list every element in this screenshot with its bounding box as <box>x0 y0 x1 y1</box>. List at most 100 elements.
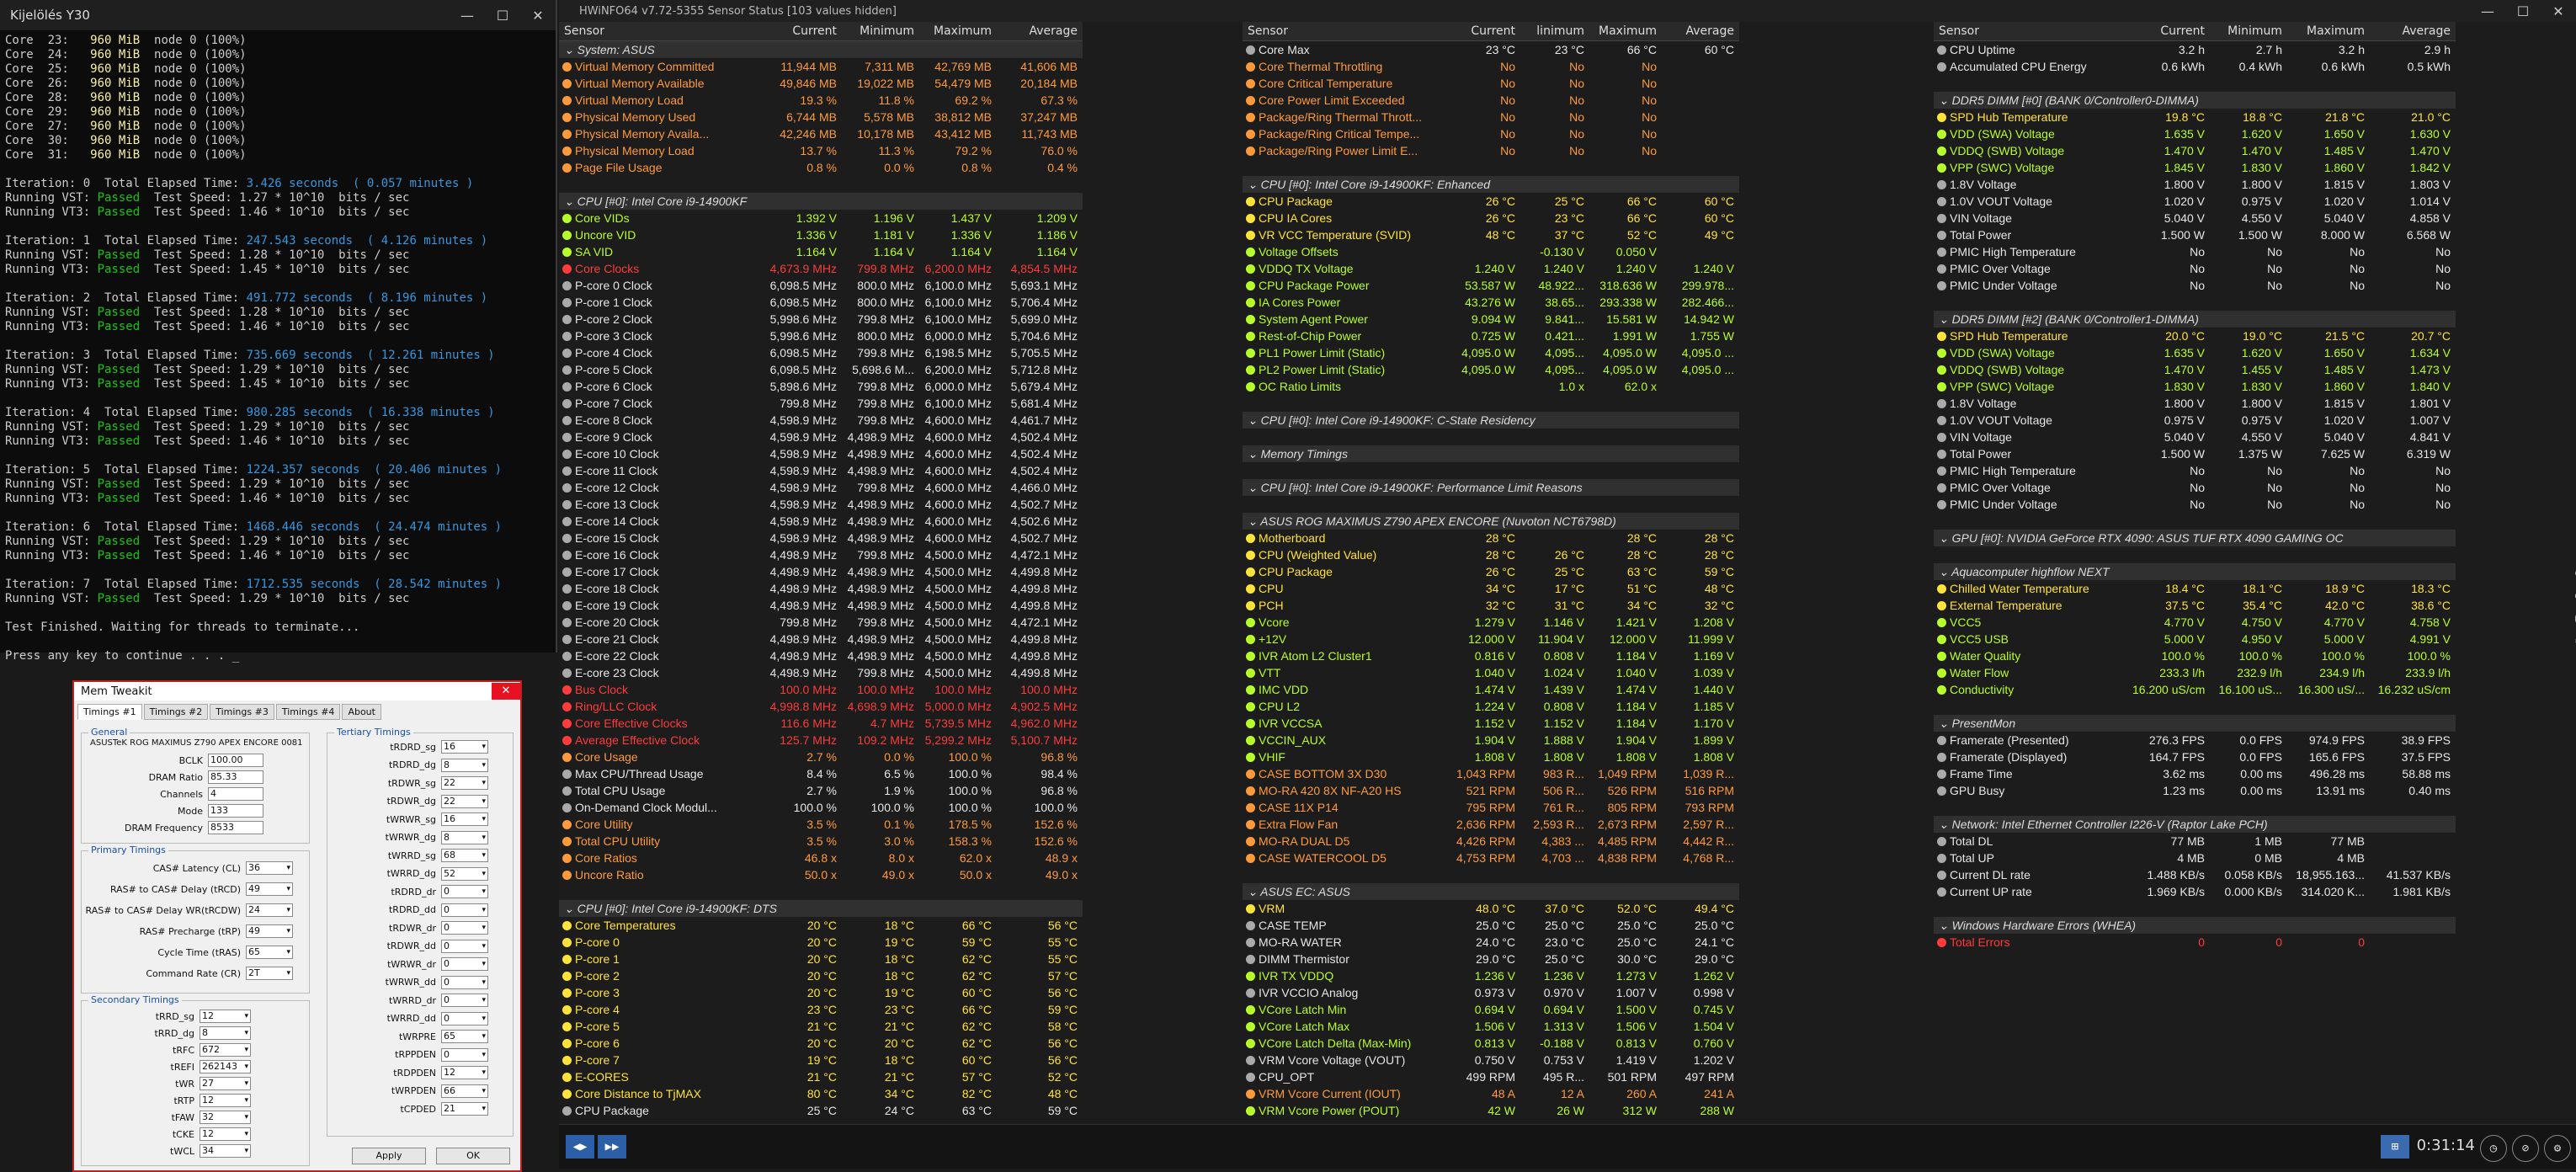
sensor-row[interactable]: IVR VCCSA 1.152 V 1.152 V 1.184 V 1.170 V <box>1243 715 1739 732</box>
column-header[interactable]: Maximum <box>919 22 997 40</box>
sensor-row[interactable]: Framerate (Displayed) 164.7 FPS 0.0 FPS 165… <box>1934 748 2456 765</box>
sensor-row[interactable]: P-core 0 Clock 6,098.5 MHz 800.0 MHz 6,100.… <box>559 277 1083 294</box>
sensor-row[interactable]: VDD (SWA) Voltage 1.635 V 1.620 V 1.650 V 1.… <box>1934 125 2456 142</box>
timing-value[interactable]: 52 <box>441 866 488 881</box>
sensor-row[interactable]: Core Clocks 4,673.9 MHz 799.8 MHz 6,200.0 M… <box>559 260 1083 277</box>
sensor-row[interactable]: IMC VDD 1.474 V 1.439 V 1.474 V 1.440 V <box>1243 681 1739 698</box>
sensor-group-header[interactable]: ⌄ CPU [#0]: Intel Core i9-14900KF: C-Sta… <box>1243 412 1739 429</box>
sensor-row[interactable]: P-core 2 Clock 5,998.6 MHz 799.8 MHz 6,100.… <box>559 311 1083 328</box>
sensor-row[interactable]: PMIC Over Voltage No No No No <box>1934 260 2456 277</box>
timing-value[interactable]: 0 <box>441 975 488 989</box>
sensor-row[interactable]: Voltage Offsets -0.130 V 0.050 V <box>1243 243 1739 260</box>
timing-value[interactable]: 0 <box>441 1047 488 1062</box>
sensor-row[interactable]: VDDQ (SWB) Voltage 1.470 V 1.470 V 1.485 V1… <box>1934 142 2456 159</box>
column-header[interactable]: Average <box>2370 22 2456 40</box>
expand-chevron-icon[interactable]: ⌄ <box>564 902 577 915</box>
sensor-row[interactable]: VDDQ TX Voltage 1.240 V 1.240 V 1.240 V 1.24… <box>1243 260 1739 277</box>
minimize-icon[interactable]: — <box>2470 3 2505 19</box>
sensor-row[interactable]: E-CORES 21 °C 21 °C 57 °C 52 °C <box>559 1068 1083 1085</box>
column-header[interactable]: Maximum <box>2287 22 2370 40</box>
timing-value[interactable]: 8 <box>441 758 488 772</box>
sensor-row[interactable]: E-core 18 Clock 4,498.9 MHz 4,498.9 MHz 4,5… <box>559 580 1083 597</box>
sensor-row[interactable]: VR VCC Temperature (SVID) 48 °C 37 °C 52 °C… <box>1243 226 1739 243</box>
tab-timings-0[interactable]: Timings #1 <box>77 704 142 720</box>
timing-value[interactable]: 49 <box>246 882 293 896</box>
sensor-row[interactable]: Max CPU/Thread Usage 8.4 % 6.5 % 100.0 % 98.… <box>559 765 1083 782</box>
ok-button[interactable]: OK <box>436 1148 510 1164</box>
sensor-group-header[interactable]: ⌄ DDR5 DIMM [#2] (BANK 0/Controller1-DIM… <box>1934 311 2456 328</box>
timing-value[interactable]: 4 <box>208 787 263 801</box>
sensor-row[interactable]: VRM Vcore Current (IOUT) 48 A 12 A 260 A 241… <box>1243 1085 1739 1102</box>
sensor-row[interactable]: Conductivity 16.200 uS/cm 16.100 uS... 16.3… <box>1934 681 2456 698</box>
timing-value[interactable]: 8 <box>200 1026 251 1040</box>
sensor-row[interactable]: Core Power Limit Exceeded No No No <box>1243 92 1739 109</box>
sensor-row[interactable]: Framerate (Presented) 276.3 FPS 0.0 FPS 974… <box>1934 732 2456 748</box>
sensor-row[interactable]: PMIC High Temperature No No No No <box>1934 462 2456 479</box>
timing-value[interactable]: 0 <box>441 994 488 1007</box>
expand-chevron-icon[interactable]: ⌄ <box>564 194 577 208</box>
sensor-row[interactable]: Current UP rate 1.969 KB/s 0.000 KB/s 314.0… <box>1934 883 2456 900</box>
reset-icon[interactable]: ⊘ <box>2512 1135 2539 1162</box>
sensor-row[interactable]: CASE BOTTOM 3X D30 1,043 RPM 983 R... 1,049… <box>1243 765 1739 782</box>
sensor-row[interactable]: P-core 1 20 °C 18 °C 62 °C 55 °C <box>559 951 1083 967</box>
expand-chevron-icon[interactable]: ⌄ <box>1248 413 1261 427</box>
sensor-row[interactable]: SPD Hub Temperature 19.8 °C 18.8 °C 21.8 °C… <box>1934 109 2456 125</box>
sensor-row[interactable]: Vcore 1.279 V 1.146 V 1.421 V 1.208 V <box>1243 614 1739 631</box>
sensor-row[interactable]: Average Effective Clock 125.7 MHz 109.2 MH… <box>559 732 1083 748</box>
sensor-row[interactable]: Accumulated CPU Energy 0.6 kWh 0.4 kWh 0.6 … <box>1934 58 2456 75</box>
console-window[interactable]: Kijelölés Y30 — ☐ ✕ Core 23: 960 MiB nod… <box>0 0 557 663</box>
sensor-row[interactable]: MO-RA WATER 24.0 °C 23.0 °C 25.0 °C 24.1 °C <box>1243 934 1739 951</box>
sensor-row[interactable]: VDDQ (SWB) Voltage 1.470 V 1.455 V 1.485 V1… <box>1934 361 2456 378</box>
nav-forward-button[interactable]: ▶▶ <box>598 1135 626 1159</box>
timing-value[interactable]: 65 <box>441 1030 488 1043</box>
network-icon[interactable]: ⊞ <box>2381 1135 2409 1159</box>
sensor-row[interactable]: MO-RA 420 8X NF-A20 HS 521 RPM 506 R... 526… <box>1243 782 1739 799</box>
sensor-row[interactable]: PCH 32 °C 31 °C 34 °C 32 °C <box>1243 597 1739 614</box>
sensor-row[interactable]: IA Cores Power 43.276 W 38.65... 293.338 W2… <box>1243 294 1739 311</box>
sensor-row[interactable]: VRM Vcore Power (POUT) 42 W 26 W 312 W 288 W <box>1243 1102 1739 1119</box>
sensor-row[interactable]: Total Errors 0 0 0 <box>1934 934 2456 951</box>
timing-value[interactable]: 32 <box>200 1111 251 1124</box>
sensor-row[interactable]: Bus Clock 100.0 MHz 100.0 MHz 100.0 MHz 100.… <box>559 681 1083 698</box>
sensor-row[interactable]: Package/Ring Thermal Thrott... No No No <box>1243 109 1739 125</box>
sensor-row[interactable]: PMIC Over Voltage No No No No <box>1934 479 2456 496</box>
sensor-pane-2[interactable]: Sensor Current linimum Maximum Average Core M… <box>1243 22 1739 1125</box>
sensor-row[interactable]: PMIC Under Voltage No No No No <box>1934 277 2456 294</box>
expand-chevron-icon[interactable]: ⌄ <box>1248 447 1261 461</box>
expand-chevron-icon[interactable]: ⌄ <box>564 43 577 56</box>
sensor-row[interactable]: P-core 5 Clock 6,098.5 MHz 5,698.6 M... 6,2… <box>559 361 1083 378</box>
sensor-row[interactable]: VTT 1.040 V 1.024 V 1.040 V 1.039 V <box>1243 664 1739 681</box>
timing-value[interactable]: 0 <box>441 957 488 971</box>
timing-value[interactable]: 8 <box>441 830 488 844</box>
sensor-row[interactable]: Virtual Memory Load 19.3 % 11.8 % 69.2 % 67.… <box>559 92 1083 109</box>
sensor-row[interactable]: Frame Time 3.62 ms 0.00 ms 496.28 ms 58.88 m… <box>1934 765 2456 782</box>
clock-icon[interactable]: ◷ <box>2480 1135 2507 1162</box>
timing-value[interactable]: 22 <box>441 794 488 808</box>
tab-timings-3[interactable]: Timings #4 <box>275 704 341 720</box>
timing-value[interactable]: 0 <box>441 885 488 898</box>
sensor-group-header[interactable]: ⌄ Aquacomputer highflow NEXT <box>1934 563 2456 580</box>
sensor-group-header[interactable]: ⌄ CPU [#0]: Intel Core i9-14900KF <box>559 193 1083 210</box>
expand-chevron-icon[interactable]: ⌄ <box>1939 312 1952 326</box>
timing-value[interactable]: 16 <box>441 740 488 754</box>
expand-chevron-icon[interactable]: ⌄ <box>1248 885 1260 898</box>
sensor-row[interactable]: Core Max 23 °C 23 °C 66 °C 60 °C <box>1243 41 1739 58</box>
sensor-row[interactable]: P-core 4 23 °C 23 °C 66 °C 59 °C <box>559 1001 1083 1018</box>
column-header[interactable]: Sensor <box>1243 22 1448 40</box>
expand-chevron-icon[interactable]: ⌄ <box>1248 514 1260 528</box>
column-header[interactable]: Sensor <box>1934 22 2132 40</box>
sensor-row[interactable]: E-core 22 Clock 4,498.9 MHz 4,498.9 MHz 4,5… <box>559 647 1083 664</box>
mem-tweakit-window[interactable]: Mem Tweakit ✕ Timings #1 Timings #2 Timing… <box>72 680 522 1172</box>
sensor-group-header[interactable]: ⌄ Memory Timings <box>1243 445 1739 462</box>
sensor-row[interactable]: VPP (SWC) Voltage 1.845 V 1.830 V 1.860 V 1.… <box>1934 159 2456 176</box>
sensor-row[interactable]: PL1 Power Limit (Static) 4,095.0 W 4,095..… <box>1243 344 1739 361</box>
sensor-row[interactable]: Core Critical Temperature No No No <box>1243 75 1739 92</box>
expand-chevron-icon[interactable]: ⌄ <box>1939 565 1951 578</box>
sensor-pane-1[interactable]: Sensor Current Minimum Maximum Average ⌄ Syst… <box>559 22 1083 1125</box>
sensor-pane-3[interactable]: Sensor Current Minimum Maximum Average CPU Up… <box>1934 22 2456 1125</box>
sensor-group-header[interactable]: ⌄ CPU [#0]: Intel Core i9-14900KF: DTS <box>559 900 1083 917</box>
sensor-row[interactable]: VPP (SWC) Voltage 1.830 V 1.830 V 1.860 V 1.… <box>1934 378 2456 395</box>
timing-value[interactable]: 68 <box>441 849 488 862</box>
timing-value[interactable]: 12 <box>200 1094 251 1107</box>
sensor-row[interactable]: GPU Busy 1.23 ms 0.00 ms 13.91 ms 0.40 ms <box>1934 782 2456 799</box>
